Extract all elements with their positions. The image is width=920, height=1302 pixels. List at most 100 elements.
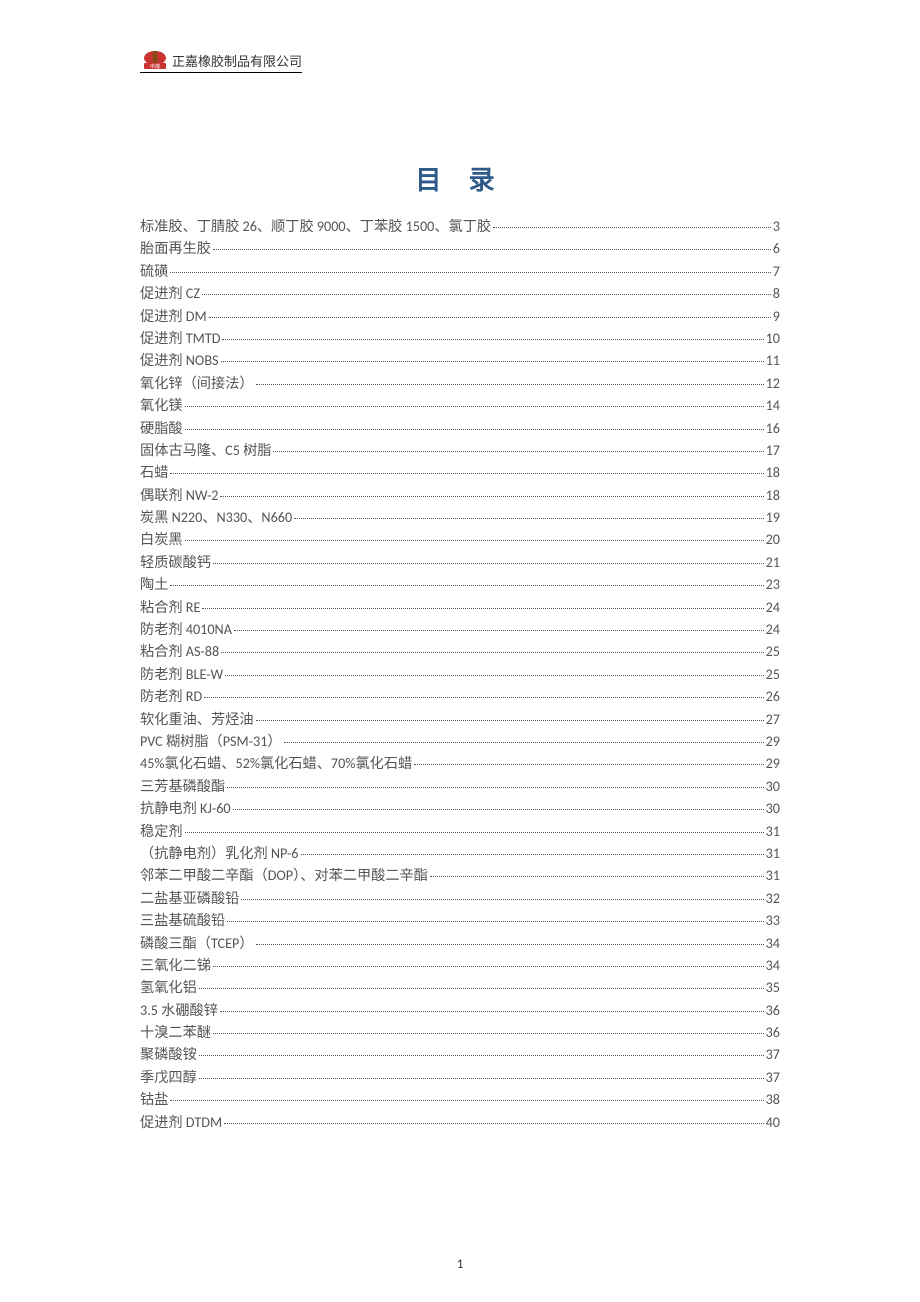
toc-leader-dots <box>185 406 764 407</box>
toc-item[interactable]: 陶土23 <box>140 577 780 591</box>
toc-item[interactable]: 促进剂 DM9 <box>140 309 780 323</box>
toc-item-page: 26 <box>766 689 780 703</box>
toc-item[interactable]: 轻质碳酸钙21 <box>140 555 780 569</box>
toc-leader-dots <box>170 585 763 586</box>
toc-leader-dots <box>170 1100 763 1101</box>
toc-item[interactable]: 固体古马隆、C5 树脂17 <box>140 443 780 457</box>
toc-item-page: 37 <box>766 1070 780 1084</box>
toc-item-page: 33 <box>766 913 780 927</box>
toc-item[interactable]: 防老剂 RD 26 <box>140 689 780 703</box>
toc-item-page: 27 <box>766 712 780 726</box>
toc-item-page: 17 <box>766 443 780 457</box>
company-name: 正嘉橡胶制品有限公司 <box>172 51 302 70</box>
table-of-contents: 标准胶、丁腈胶 26、顺丁胶 9000、丁苯胶 1500、氯丁胶3 胎面再生胶6 硫… <box>140 219 780 1129</box>
toc-item[interactable]: 促进剂 DTDM 40 <box>140 1115 780 1129</box>
toc-leader-dots <box>221 361 764 362</box>
toc-item[interactable]: PVC 糊树脂（PSM-31）29 <box>140 734 780 748</box>
toc-item-label: 促进剂 NOBS <box>140 353 219 367</box>
toc-leader-dots <box>199 988 764 989</box>
toc-item[interactable]: 氢氧化铝35 <box>140 980 780 994</box>
toc-item-label: 促进剂 DTDM <box>140 1115 222 1129</box>
page-number: 1 <box>457 1257 464 1272</box>
toc-item-label: （抗静电剂）乳化剂 NP-6 <box>140 846 299 860</box>
toc-item-page: 7 <box>773 264 780 278</box>
toc-item[interactable]: 三芳基磷酸酯 30 <box>140 779 780 793</box>
toc-leader-dots <box>256 384 764 385</box>
toc-item-page: 19 <box>766 510 780 524</box>
toc-leader-dots <box>294 518 763 519</box>
toc-item[interactable]: （抗静电剂）乳化剂 NP-6 31 <box>140 846 780 860</box>
toc-title: 目 录 <box>140 160 780 197</box>
toc-item-label: 防老剂 4010NA <box>140 622 232 636</box>
toc-item-label: PVC 糊树脂（PSM-31） <box>140 734 282 748</box>
toc-item-label: 三盐基硫酸铅 <box>140 913 225 927</box>
toc-item[interactable]: 三盐基硫酸铅 33 <box>140 913 780 927</box>
toc-item[interactable]: 钴盐38 <box>140 1092 780 1106</box>
toc-item[interactable]: 偶联剂 NW-218 <box>140 488 780 502</box>
toc-leader-dots <box>202 294 771 295</box>
toc-item[interactable]: 抗静电剂 KJ-6030 <box>140 801 780 815</box>
toc-leader-dots <box>170 473 763 474</box>
toc-leader-dots <box>241 899 763 900</box>
toc-item-page: 34 <box>766 958 780 972</box>
toc-item[interactable]: 磷酸三酯（TCEP）34 <box>140 936 780 950</box>
page-footer: 1 <box>0 1257 920 1272</box>
toc-item[interactable]: 石蜡18 <box>140 465 780 479</box>
header-inner: 中煤 正嘉橡胶制品有限公司 <box>140 50 302 73</box>
toc-item[interactable]: 促进剂 NOBS11 <box>140 353 780 367</box>
toc-item[interactable]: 三氧化二锑34 <box>140 958 780 972</box>
toc-item-label: 三芳基磷酸酯 <box>140 779 225 793</box>
toc-item-label: 粘合剂 RE <box>140 600 200 614</box>
toc-item-page: 16 <box>766 421 780 435</box>
toc-item-page: 30 <box>766 779 780 793</box>
toc-item-page: 40 <box>766 1115 780 1129</box>
toc-item[interactable]: 稳定剂31 <box>140 824 780 838</box>
toc-item[interactable]: 3.5 水硼酸锌36 <box>140 1003 780 1017</box>
toc-item-label: 稳定剂 <box>140 824 183 838</box>
toc-leader-dots <box>414 764 763 765</box>
toc-item[interactable]: 氧化锌（间接法）12 <box>140 376 780 390</box>
toc-leader-dots <box>284 742 764 743</box>
toc-item-page: 35 <box>766 980 780 994</box>
toc-item[interactable]: 氧化镁14 <box>140 398 780 412</box>
toc-item[interactable]: 二盐基亚磷酸铅32 <box>140 891 780 905</box>
toc-item[interactable]: 硬脂酸16 <box>140 421 780 435</box>
toc-item-page: 25 <box>766 644 780 658</box>
toc-leader-dots <box>222 339 763 340</box>
toc-item[interactable]: 粘合剂 RE24 <box>140 600 780 614</box>
toc-leader-dots <box>227 921 763 922</box>
toc-item[interactable]: 促进剂 CZ 8 <box>140 286 780 300</box>
toc-item[interactable]: 防老剂 BLE-W25 <box>140 667 780 681</box>
toc-item-label: 十溴二苯醚 <box>140 1025 211 1039</box>
toc-item[interactable]: 邻苯二甲酸二辛酯（DOP）、对苯二甲酸二辛酯31 <box>140 868 780 882</box>
toc-item-label: 防老剂 RD <box>140 689 202 703</box>
toc-item-page: 8 <box>773 286 780 300</box>
toc-item-label: 抗静电剂 KJ-60 <box>140 801 231 815</box>
toc-item[interactable]: 促进剂 TMTD10 <box>140 331 780 345</box>
toc-item[interactable]: 粘合剂 AS-8825 <box>140 644 780 658</box>
toc-item[interactable]: 白炭黑20 <box>140 532 780 546</box>
svg-text:中煤: 中煤 <box>150 63 160 70</box>
toc-item[interactable]: 硫磺7 <box>140 264 780 278</box>
toc-leader-dots <box>221 652 763 653</box>
toc-item-label: 石蜡 <box>140 465 168 479</box>
toc-leader-dots <box>185 832 764 833</box>
toc-item[interactable]: 十溴二苯醚36 <box>140 1025 780 1039</box>
toc-item[interactable]: 标准胶、丁腈胶 26、顺丁胶 9000、丁苯胶 1500、氯丁胶3 <box>140 219 780 233</box>
toc-item-page: 31 <box>766 846 780 860</box>
toc-leader-dots <box>170 272 770 273</box>
toc-item[interactable]: 防老剂 4010NA24 <box>140 622 780 636</box>
toc-item[interactable]: 胎面再生胶6 <box>140 241 780 255</box>
page-header: 中煤 正嘉橡胶制品有限公司 <box>140 50 780 73</box>
toc-item[interactable]: 季戊四醇37 <box>140 1070 780 1084</box>
toc-item-page: 10 <box>766 331 780 345</box>
toc-item[interactable]: 聚磷酸铵37 <box>140 1047 780 1061</box>
toc-item-label: 偶联剂 NW-2 <box>140 488 218 502</box>
toc-item[interactable]: 软化重油、芳烃油 27 <box>140 712 780 726</box>
toc-leader-dots <box>256 944 764 945</box>
toc-item-label: 陶土 <box>140 577 168 591</box>
toc-item[interactable]: 炭黑 N220、N330、N66019 <box>140 510 780 524</box>
toc-item[interactable]: 45%氯化石蜡、52%氯化石蜡、70%氯化石蜡29 <box>140 756 780 770</box>
toc-item-label: 促进剂 CZ <box>140 286 200 300</box>
toc-item-label: 软化重油、芳烃油 <box>140 712 254 726</box>
